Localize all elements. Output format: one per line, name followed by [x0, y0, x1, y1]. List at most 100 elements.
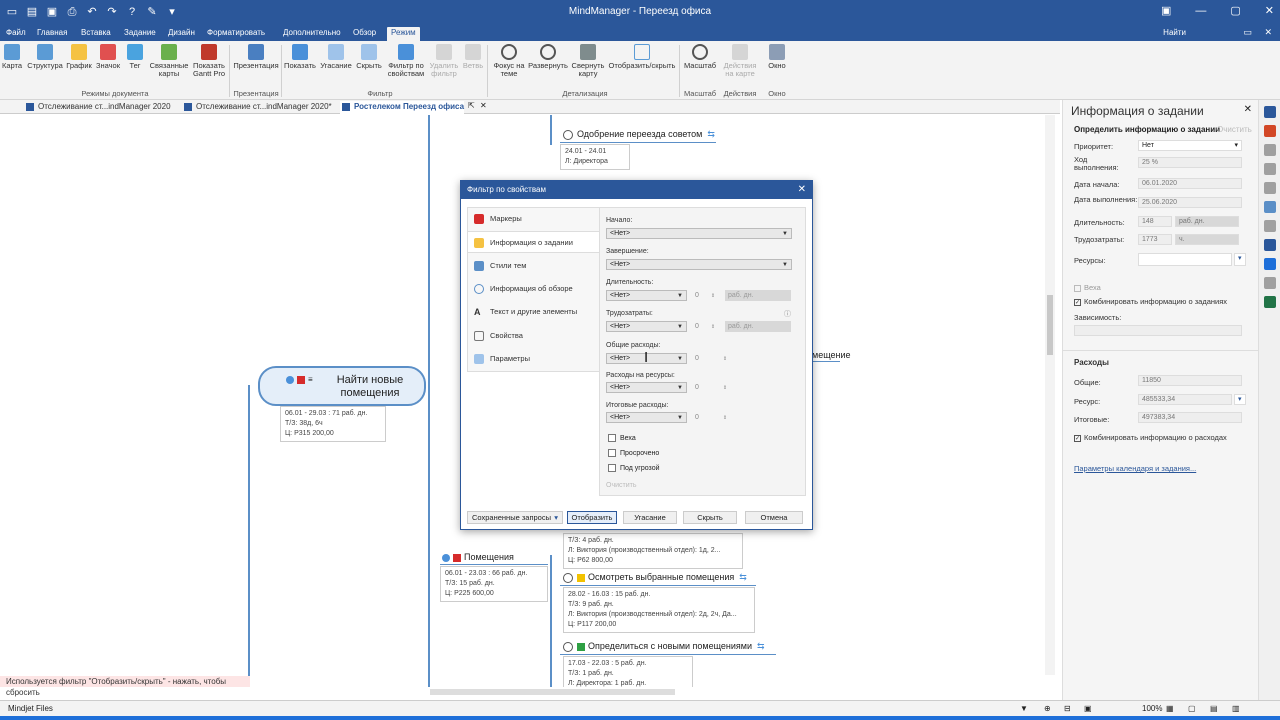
resource-cost-field[interactable]: 485533,34 [1138, 394, 1232, 405]
minimize-icon[interactable]: — [1195, 0, 1206, 22]
effort-unit[interactable]: ч. [1175, 234, 1239, 245]
effort-select[interactable]: <Нет> ▼ [606, 321, 687, 332]
duration-select[interactable]: <Нет> ▼ [606, 290, 687, 301]
filter-fade-button[interactable]: Угасание [319, 44, 353, 70]
spinner-icon[interactable]: ⇕ [723, 385, 727, 391]
filter-properties-button[interactable]: Фильтр по свойствам [385, 44, 427, 78]
notes-icon[interactable]: ▥ [1232, 704, 1240, 713]
filter-notice[interactable]: Используется фильтр "Отобразить/скрыть" … [0, 676, 250, 697]
effort-field[interactable]: 1773 [1138, 234, 1172, 245]
vertical-scrollbar[interactable] [1045, 115, 1055, 675]
resource-cost-dropdown[interactable]: ▾ [1234, 394, 1246, 405]
maximize-icon[interactable]: ▢ [1230, 0, 1240, 22]
gantt-pro-button[interactable]: Показать Gantt Pro [190, 44, 228, 78]
show-button[interactable]: Отобразить [567, 511, 617, 524]
start-date-field[interactable]: 06.01.2020 [1138, 178, 1242, 189]
clear-link[interactable]: Очистить [606, 482, 636, 489]
tab-file[interactable]: Файл [2, 27, 30, 41]
fullscreen-icon[interactable]: ▢ [1188, 704, 1196, 713]
cancel-button[interactable]: Отмена [745, 511, 803, 524]
map-view-button[interactable]: Карта [1, 44, 23, 70]
tab-home[interactable]: Главная [33, 27, 71, 41]
zoom-out-icon[interactable]: ⊟ [1064, 704, 1071, 713]
calendar-settings-link[interactable]: Параметры календаря и задания... [1074, 464, 1196, 473]
filter-show-button[interactable]: Показать [283, 44, 317, 70]
partial-topic-label[interactable]: мещение [812, 350, 851, 360]
total-cost-field[interactable]: 11850 [1138, 375, 1242, 386]
topic-rooms[interactable]: Помещения [442, 552, 514, 562]
attachments-tab-icon[interactable] [1263, 163, 1276, 175]
task-info-tab-icon[interactable] [1263, 106, 1276, 118]
resources-field[interactable] [1138, 253, 1232, 266]
tab-format[interactable]: Форматировать [203, 27, 269, 41]
effort-number[interactable]: 0 ⇕ [695, 321, 715, 332]
tab-design[interactable]: Дизайн [164, 27, 199, 41]
doc-tab-2[interactable]: Отслеживание ст...indManager 2020* [182, 101, 332, 114]
focus-topic-button[interactable]: Фокус на теме [490, 44, 528, 78]
doc-tab-1[interactable]: Отслеживание ст...indManager 2020 [24, 101, 171, 114]
total-cost-number[interactable]: 0 ⇕ [695, 353, 727, 364]
layout-icon[interactable]: ▦ [1166, 704, 1174, 713]
priority-select[interactable]: Нет ▾ [1138, 140, 1242, 151]
overdue-checkbox[interactable]: Просрочено [608, 449, 659, 457]
final-cost-select[interactable]: <Нет> ▼ [606, 412, 687, 423]
duration-unit-box[interactable]: раб. дн. [725, 290, 791, 301]
window-button[interactable]: Окно [763, 44, 791, 70]
notes-tab-icon[interactable] [1263, 201, 1276, 213]
outlook-tab-icon[interactable] [1263, 239, 1276, 251]
fade-button[interactable]: Угасание [623, 511, 677, 524]
ribbon-options-icon[interactable]: ▣ [1161, 0, 1171, 22]
filter-status-icon[interactable]: ▼ [1020, 704, 1028, 713]
info-icon[interactable]: ⓘ [784, 309, 791, 319]
central-topic[interactable]: ≡ Найти новые помещения [258, 366, 426, 406]
tab-advanced[interactable]: Дополнительно [279, 27, 345, 41]
icon-view-button[interactable]: Значок [94, 44, 122, 70]
end-select[interactable]: <Нет> ▼ [606, 259, 792, 270]
nav-text-elements[interactable]: A Текст и другие элементы [468, 301, 599, 323]
scrollbar-thumb[interactable] [1047, 295, 1053, 355]
search-tab-icon[interactable] [1263, 220, 1276, 232]
nav-review-info[interactable]: Информация об обзоре [468, 278, 599, 300]
milestone-checkbox[interactable]: Веха [608, 434, 636, 442]
map-actions-button[interactable]: Действия на карте [720, 44, 760, 78]
presentation-button[interactable]: Презентация [231, 44, 281, 70]
restore-icon[interactable]: ▭ [1243, 27, 1252, 38]
doc-close-icon[interactable]: ✕ [1264, 27, 1272, 38]
pan-icon[interactable]: ⊕ [1044, 704, 1051, 713]
spinner-icon[interactable]: ⇕ [711, 324, 715, 330]
nav-parameters[interactable]: Параметры [468, 348, 599, 370]
spinner-icon[interactable]: ⇕ [723, 415, 727, 421]
close-icon[interactable]: ✕ [1265, 0, 1274, 22]
topic-approval[interactable]: Одобрение переезда советом ⇆ [563, 129, 715, 140]
show-hide-button[interactable]: Отобразить/скрыть [606, 44, 678, 70]
panel-close-icon[interactable]: ✕ [1244, 104, 1252, 115]
combine-costs-checkbox[interactable]: ✓ Комбинировать информацию о расходах [1074, 433, 1227, 442]
nav-properties[interactable]: Свойства [468, 325, 599, 347]
mindjet-files-button[interactable]: Mindjet Files [8, 704, 53, 713]
linked-maps-button[interactable]: Связанные карты [148, 44, 190, 78]
saved-queries-button[interactable]: Сохраненные запросы ▾ [467, 511, 563, 524]
final-cost-number[interactable]: 0 ⇕ [695, 412, 727, 423]
at-risk-checkbox[interactable]: Под угрозой [608, 464, 660, 472]
excel-tab-icon[interactable] [1263, 296, 1276, 308]
dialog-close-icon[interactable]: ✕ [798, 181, 806, 199]
schedule-button[interactable]: График [65, 44, 93, 70]
duration-unit[interactable]: раб. дн. [1175, 216, 1239, 227]
web-tab-icon[interactable] [1263, 277, 1276, 289]
doc-tab-active[interactable]: Ростелеком Переезд офиса [340, 101, 465, 114]
resource-cost-number[interactable]: 0 ⇕ [695, 382, 727, 393]
combine-tasks-checkbox[interactable]: ✓ Комбинировать информацию о заданиях [1074, 297, 1227, 306]
topic-view-rooms[interactable]: Осмотреть выбранные помещения ⇆ [563, 572, 747, 583]
filter-hide-button[interactable]: Скрыть [354, 44, 384, 70]
panel-clear-link[interactable]: Очистить [1217, 125, 1252, 134]
spinner-icon[interactable]: ⇕ [723, 356, 727, 362]
tab-task[interactable]: Задание [120, 27, 160, 41]
branch-button[interactable]: Ветвь [461, 44, 485, 70]
nav-topic-styles[interactable]: Стили тем [468, 255, 599, 277]
doc-tab-pin-icon[interactable]: ⇱ [468, 101, 475, 110]
dependency-field[interactable] [1074, 325, 1242, 336]
duration-number[interactable]: 0 ⇕ [695, 290, 715, 301]
horizontal-scrollbar-thumb[interactable] [430, 689, 675, 695]
spinner-icon[interactable]: ⇕ [711, 293, 715, 299]
resource-cost-select[interactable]: <Нет> ▼ [606, 382, 687, 393]
